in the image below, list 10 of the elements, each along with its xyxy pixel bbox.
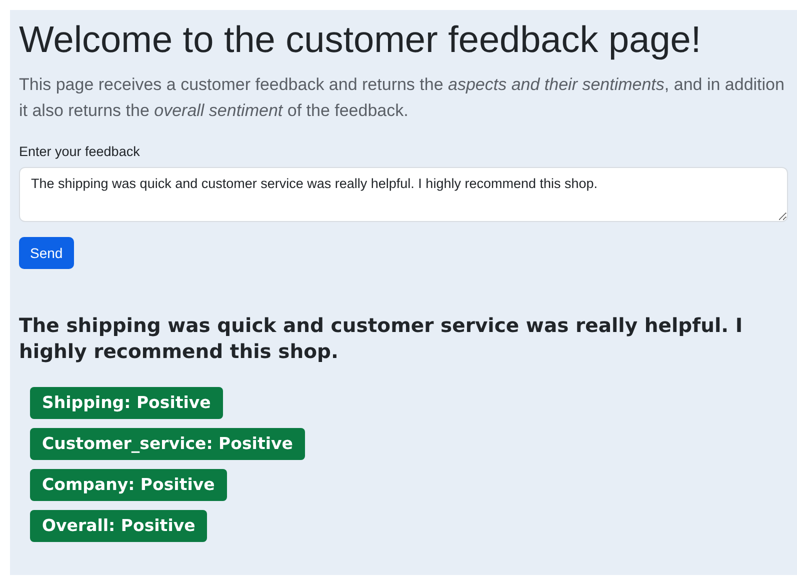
intro-text: This page receives a customer feedback and returns the aspects and their sentiments, and in addition it also returns the overall sentiment of the feedback. [19, 74, 786, 122]
send-button[interactable]: Send [19, 237, 74, 270]
field-label: Enter your feedback [19, 144, 141, 160]
sentiment-badge: Customer_service: Positive [30, 428, 305, 460]
page-title: Welcome to the customer feedback page! [19, 18, 702, 62]
feedback-field[interactable]: The shipping was quick and customer service was really helpful. I highly recommend this shop. [19, 167, 788, 222]
sentiment-badge: Shipping: Positive [30, 387, 223, 420]
sentiment-badge: Overall: Positive [30, 510, 208, 542]
result-heading: The shipping was quick and customer service was really helpful. I highly recommend this shop. [19, 313, 744, 366]
sentiment-badge: Company: Positive [30, 469, 227, 502]
